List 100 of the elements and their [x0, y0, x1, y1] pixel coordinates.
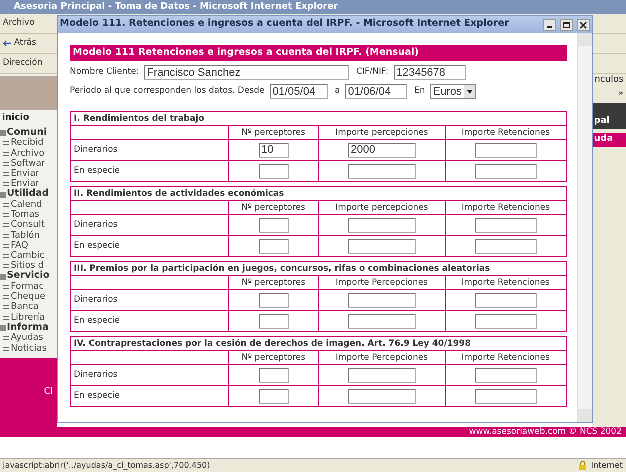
sidebar-item[interactable]: Consult — [11, 220, 45, 231]
field-label: CIF/NIF: — [356, 66, 389, 80]
column-header: Importe Percepciones — [318, 276, 446, 290]
input-field[interactable] — [474, 238, 537, 254]
input-field[interactable]: 2000 — [348, 142, 416, 158]
sidebar-item[interactable]: Tomas — [11, 210, 40, 220]
input-field[interactable] — [348, 368, 416, 383]
input-field[interactable] — [258, 218, 289, 233]
sidebar-item[interactable]: Sitios d — [11, 261, 44, 272]
input-field[interactable] — [258, 314, 289, 329]
sidebar-item[interactable]: Noticias — [11, 344, 47, 354]
bullet-icon — [3, 213, 9, 218]
column-header: Importe Retenciones — [445, 276, 566, 290]
sidebar-group[interactable]: Informa — [7, 322, 49, 334]
column-header: Importe percepciones — [318, 200, 446, 215]
back-button[interactable]: Atrás — [3, 37, 36, 50]
sidebar-group[interactable]: Comuni — [7, 128, 48, 138]
sidebar-item[interactable]: Ayudas — [11, 333, 44, 344]
bullet-icon — [3, 316, 9, 320]
bullet-icon — [3, 182, 9, 186]
column-header: Importe percepciones — [318, 126, 446, 140]
sidebar-item[interactable]: Banca — [11, 302, 39, 313]
sidebar-item[interactable]: Recibid — [11, 138, 44, 149]
input-field[interactable] — [348, 388, 416, 404]
sidebar-item[interactable]: Tablón — [11, 230, 40, 241]
square-icon — [0, 130, 6, 136]
input-field[interactable]: 01/05/04 — [270, 84, 328, 100]
row-label: En especie — [70, 160, 228, 182]
close-button[interactable] — [577, 18, 590, 30]
panel-title: pal — [592, 103, 626, 129]
input-field[interactable]: 10 — [258, 142, 289, 158]
bullet-icon — [3, 305, 9, 310]
bullet-icon — [3, 254, 9, 258]
input-field[interactable] — [348, 218, 416, 233]
currency-dropdown[interactable]: Euros — [430, 84, 476, 100]
sidebar-item[interactable]: Librería — [11, 312, 45, 323]
input-field[interactable] — [348, 164, 416, 179]
bullet-icon — [3, 223, 9, 228]
input-field[interactable] — [474, 388, 537, 404]
sidebar-item[interactable]: Enviar — [11, 168, 40, 180]
status-text: javascript:abrir('../ayudas/a_cl_tomas.asp',700,450) — [3, 460, 212, 472]
sidebar-item[interactable]: Softwar — [11, 158, 46, 169]
square-icon — [0, 192, 6, 198]
row-label: En especie — [70, 386, 228, 407]
square-icon — [0, 325, 6, 332]
sidebar-item[interactable]: Cambic — [11, 250, 45, 262]
scrollbar[interactable] — [577, 33, 592, 422]
bullet-icon — [3, 244, 9, 248]
sidebar-item[interactable]: Calend — [11, 200, 42, 210]
column-header: Importe Retenciones — [445, 350, 566, 365]
form-heading: Modelo 111 Retenciones e ingresos a cuenta del IRPF. (Mensual) — [70, 45, 567, 62]
field-label: Periodo al que corresponden los datos. Desde — [70, 85, 265, 98]
bullet-icon — [3, 162, 9, 166]
menu-item[interactable]: Archivo — [3, 17, 35, 30]
input-field[interactable] — [474, 164, 537, 179]
input-field[interactable] — [474, 314, 537, 329]
input-field[interactable] — [258, 388, 289, 404]
minimize-button[interactable] — [543, 18, 556, 30]
sidebar-group[interactable]: Utilidad — [7, 189, 50, 200]
input-field[interactable]: 12345678 — [394, 65, 466, 80]
address-label: Dirección — [3, 57, 43, 70]
bullet-icon — [3, 152, 9, 156]
input-field[interactable] — [474, 218, 537, 233]
promo-text: Cl — [44, 386, 53, 399]
maximize-button[interactable] — [560, 18, 573, 30]
input-field[interactable]: Francisco Sanchez — [144, 65, 350, 80]
input-field[interactable] — [258, 164, 289, 179]
footer-text: www.asesoriaweb.com © NCS 2002 — [0, 427, 626, 437]
sidebar-group[interactable]: Servicio — [7, 271, 50, 282]
caret-icon — [464, 85, 475, 98]
sidebar-item[interactable]: Formac — [11, 282, 44, 292]
bullet-icon — [3, 346, 9, 351]
section-title: I. Rendimientos del trabajo — [70, 112, 566, 126]
section-title: III. Premios por la participación en juegos, concursos, rifas o combinaciones aleatorias — [70, 262, 566, 276]
row-label: En especie — [70, 310, 228, 332]
sidebar-tab[interactable]: inicio — [0, 112, 57, 126]
input-field[interactable] — [258, 238, 289, 254]
field-label: Nombre Cliente: — [70, 66, 140, 80]
links-label[interactable]: nculos » — [592, 74, 626, 101]
input-field[interactable] — [348, 292, 416, 308]
sidebar-item[interactable]: Enviar — [11, 179, 40, 190]
bullet-icon — [3, 264, 9, 268]
column-header: Importe Percepciones — [318, 350, 446, 365]
input-field[interactable] — [348, 314, 416, 329]
close-icon — [580, 22, 587, 28]
input-field[interactable] — [258, 292, 289, 308]
input-field[interactable] — [474, 142, 537, 158]
panel-tab[interactable]: uda — [592, 133, 626, 147]
input-field[interactable] — [348, 238, 416, 254]
sidebar-item[interactable]: FAQ — [11, 240, 28, 251]
column-header: Importe Retenciones — [445, 200, 566, 215]
input-field[interactable] — [258, 368, 289, 383]
popup-title: Modelo 111. Retenciones e ingresos a cuenta del IRPF. - Microsoft Internet Explorer — [60, 17, 510, 32]
input-field[interactable]: 01/06/04 — [345, 84, 408, 100]
sidebar-item[interactable]: Cheque — [11, 292, 46, 302]
input-field[interactable] — [474, 368, 537, 383]
input-field[interactable] — [474, 292, 537, 308]
field-label: a — [335, 85, 340, 98]
bullet-icon — [3, 203, 9, 208]
sidebar-item[interactable]: Archivo — [11, 148, 45, 159]
